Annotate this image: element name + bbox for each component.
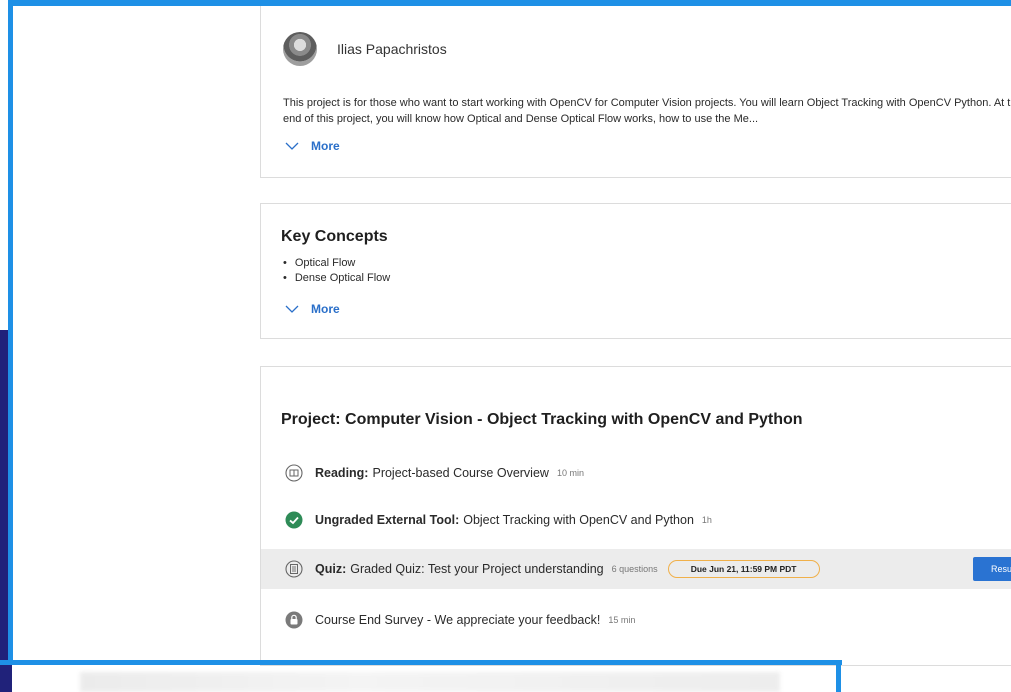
list-item[interactable]: Reading: Project-based Course Overview 1…	[261, 453, 1011, 493]
instructor-name[interactable]: Ilias Papachristos	[337, 41, 447, 57]
quiz-icon	[285, 560, 303, 578]
item-title: Object Tracking with OpenCV and Python	[463, 513, 694, 527]
item-title: Project-based Course Overview	[372, 466, 549, 480]
project-card: Project: Computer Vision - Object Tracki…	[260, 366, 1011, 666]
list-item[interactable]: Course End Survey - We appreciate your f…	[261, 600, 1011, 640]
background-blurred-content	[80, 672, 780, 692]
more-label: More	[311, 139, 340, 153]
item-question-count: 6 questions	[611, 564, 658, 574]
project-title: Project: Computer Vision - Object Tracki…	[281, 411, 803, 428]
more-label: More	[311, 302, 340, 316]
resume-button[interactable]: Resu	[973, 557, 1011, 581]
key-concepts-title: Key Concepts	[281, 228, 388, 245]
key-concepts-card: Key Concepts Optical Flow Dense Optical …	[260, 203, 1011, 339]
item-type: Ungraded External Tool:	[315, 513, 460, 527]
course-description: This project is for those who want to st…	[283, 97, 1011, 125]
chevron-down-icon	[285, 142, 299, 150]
item-duration: 1h	[701, 515, 712, 525]
item-type: Quiz:	[315, 562, 347, 576]
list-item[interactable]: Ungraded External Tool: Object Tracking …	[261, 500, 1011, 540]
list-item[interactable]: Quiz: Graded Quiz: Test your Project und…	[261, 549, 1011, 589]
description-more-link[interactable]: More	[285, 139, 340, 153]
highlight-frame-left	[8, 0, 13, 664]
list-item: Optical Flow	[283, 256, 390, 271]
item-duration: 15 min	[608, 615, 636, 625]
item-type: Reading:	[315, 466, 369, 480]
item-title: Graded Quiz: Test your Project understan…	[350, 562, 604, 576]
reading-icon	[285, 464, 303, 482]
instructor-card: Ilias Papachristos This project is for t…	[260, 0, 1011, 178]
highlight-frame-bottom	[0, 660, 842, 665]
key-concepts-list: Optical Flow Dense Optical Flow	[283, 256, 390, 286]
chevron-down-icon	[285, 305, 299, 313]
check-circle-icon	[285, 511, 303, 529]
avatar[interactable]	[283, 32, 317, 66]
list-item: Dense Optical Flow	[283, 271, 390, 286]
item-title: Course End Survey - We appreciate your f…	[315, 613, 601, 627]
highlight-frame-bottom-right	[836, 660, 841, 692]
item-duration: 10 min	[556, 468, 584, 478]
due-date-badge: Due Jun 21, 11:59 PM PDT	[667, 560, 820, 578]
lock-icon	[285, 611, 303, 629]
highlight-frame-top	[12, 0, 1011, 6]
instructor-row: Ilias Papachristos	[283, 32, 447, 66]
concepts-more-link[interactable]: More	[285, 302, 340, 316]
